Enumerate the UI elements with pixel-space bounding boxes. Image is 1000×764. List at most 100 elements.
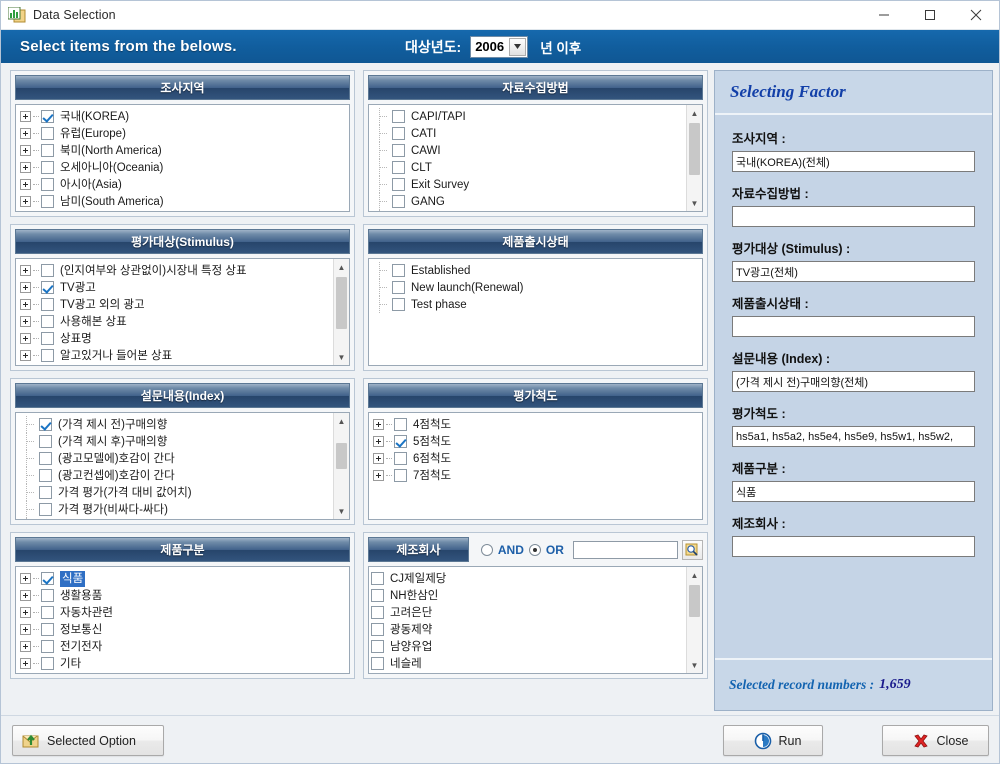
scrollbar-thumb[interactable] [336, 277, 347, 329]
checkbox[interactable] [371, 572, 384, 585]
checkbox[interactable] [39, 469, 52, 482]
expand-icon[interactable] [20, 607, 31, 618]
tree-item[interactable]: 4점척도 [373, 416, 702, 433]
tree-item[interactable]: 정보통신 [20, 621, 349, 638]
expand-icon[interactable] [373, 453, 384, 464]
maximize-icon[interactable] [907, 1, 953, 30]
expand-icon[interactable] [20, 641, 31, 652]
tree-item[interactable]: 유럽(Europe) [20, 125, 349, 142]
checkbox[interactable] [41, 298, 54, 311]
tree-item[interactable]: 전기전자 [20, 638, 349, 655]
expand-icon[interactable] [20, 265, 31, 276]
checkbox[interactable] [371, 589, 384, 602]
checkbox[interactable] [371, 623, 384, 636]
expand-icon[interactable] [20, 590, 31, 601]
tree-item[interactable]: Established [373, 262, 702, 279]
checkbox[interactable] [371, 657, 384, 670]
checkbox[interactable] [39, 452, 52, 465]
field-value-scale[interactable]: hs5a1, hs5a2, hs5e4, hs5e9, hs5w1, hs5w2… [732, 426, 975, 447]
checkbox[interactable] [392, 178, 405, 191]
tree-item[interactable]: CAWI [373, 142, 686, 159]
tree-item[interactable]: 가격 평가(가격 대비 값어치) [20, 484, 333, 501]
tree-item[interactable]: Exit Survey [373, 176, 686, 193]
expand-icon[interactable] [20, 282, 31, 293]
list-scale[interactable]: 4점척도 5점척도 6점척도 7점척도 [368, 412, 703, 520]
list-collection-method[interactable]: CAPI/TAPI CATI CAWI CLT Exit Survey GANG… [368, 104, 703, 212]
field-value-launch[interactable] [732, 316, 975, 337]
tree-item[interactable]: TV광고 외의 광고 [20, 296, 333, 313]
checkbox[interactable] [392, 195, 405, 208]
tree-item[interactable]: CATI [373, 125, 686, 142]
tree-item[interactable]: 식품 [20, 570, 349, 587]
tree-item[interactable]: 네슬레 [371, 655, 686, 672]
checkbox[interactable] [394, 469, 407, 482]
expand-icon[interactable] [20, 162, 31, 173]
close-button[interactable]: Close [882, 725, 989, 756]
checkbox[interactable] [41, 178, 54, 191]
expand-icon[interactable] [20, 179, 31, 190]
tree-item[interactable]: HUT [373, 210, 686, 211]
field-value-index[interactable]: (가격 제시 전)구매의향(전체) [732, 371, 975, 392]
tree-item[interactable]: 기타 [20, 655, 349, 672]
year-select[interactable]: 2006 [470, 35, 529, 58]
tree-item[interactable]: 고려은단 [371, 604, 686, 621]
checkbox[interactable] [392, 281, 405, 294]
tree-item[interactable]: 오세아니아(Oceania) [20, 159, 349, 176]
chevron-down-icon[interactable] [509, 37, 527, 56]
field-value-method[interactable] [732, 206, 975, 227]
list-manufacturer[interactable]: CJ제일제당 NH한삼인 고려은단 광동제약 남양유업 네슬레 농심 동서식품 … [368, 566, 703, 674]
tree-item[interactable]: 경쟁제품 대비 평가 [20, 518, 333, 519]
checkbox[interactable] [41, 349, 54, 362]
tree-item[interactable]: CAPI/TAPI [373, 108, 686, 125]
checkbox[interactable] [371, 640, 384, 653]
list-stimulus[interactable]: (인지여부와 상관없이)시장내 특정 상표 TV광고 TV광고 외의 광고 사용… [15, 258, 350, 366]
checkbox[interactable] [394, 435, 407, 448]
scroll-down-icon[interactable]: ▼ [687, 657, 702, 673]
scrollbar-thumb[interactable] [336, 443, 347, 469]
tree-item[interactable]: (가격 제시 후)구매의향 [20, 433, 333, 450]
checkbox[interactable] [41, 281, 54, 294]
checkbox[interactable] [392, 298, 405, 311]
vertical-scrollbar[interactable]: ▲ ▼ [333, 413, 349, 519]
expand-icon[interactable] [20, 299, 31, 310]
checkbox[interactable] [392, 144, 405, 157]
checkbox[interactable] [41, 572, 54, 585]
expand-icon[interactable] [373, 436, 384, 447]
tree-item[interactable]: (인지여부와 상관없이)시장내 특정 상표 [20, 262, 333, 279]
manufacturer-search-input[interactable] [572, 540, 678, 559]
checkbox[interactable] [41, 623, 54, 636]
list-index[interactable]: (가격 제시 전)구매의향 (가격 제시 후)구매의향 (광고모델에)호감이 간… [15, 412, 350, 520]
tree-item[interactable]: 아시아(Asia) [20, 176, 349, 193]
checkbox[interactable] [41, 110, 54, 123]
checkbox[interactable] [39, 503, 52, 516]
checkbox[interactable] [41, 332, 54, 345]
checkbox[interactable] [41, 589, 54, 602]
scroll-down-icon[interactable]: ▼ [687, 195, 702, 211]
tree-item[interactable]: 자동차관련 [20, 604, 349, 621]
checkbox[interactable] [371, 606, 384, 619]
list-launch-status[interactable]: Established New launch(Renewal) Test pha… [368, 258, 703, 366]
field-value-manufacturer[interactable] [732, 536, 975, 557]
magnifier-icon[interactable] [681, 539, 704, 560]
checkbox[interactable] [394, 418, 407, 431]
run-button[interactable]: Run [723, 725, 823, 756]
vertical-scrollbar[interactable]: ▲ ▼ [333, 259, 349, 365]
checkbox[interactable] [394, 452, 407, 465]
scroll-up-icon[interactable]: ▲ [334, 259, 349, 275]
expand-icon[interactable] [20, 128, 31, 139]
field-value-stimulus[interactable]: TV광고(전체) [732, 261, 975, 282]
checkbox[interactable] [39, 486, 52, 499]
expand-icon[interactable] [20, 196, 31, 207]
tree-item[interactable]: 제품개념(각 단계별) [20, 364, 333, 365]
expand-icon[interactable] [20, 316, 31, 327]
tree-item[interactable]: 7점척도 [373, 467, 702, 484]
checkbox[interactable] [41, 127, 54, 140]
checkbox[interactable] [39, 435, 52, 448]
list-survey-region[interactable]: 국내(KOREA) 유럽(Europe) 북미(North America) 오… [15, 104, 350, 212]
tree-item[interactable]: CLT [373, 159, 686, 176]
tree-item[interactable]: 중동(Middle East) [20, 210, 349, 211]
scroll-down-icon[interactable]: ▼ [334, 503, 349, 519]
tree-item[interactable]: GANG [373, 193, 686, 210]
radio-or[interactable] [528, 543, 541, 556]
vertical-scrollbar[interactable]: ▲ ▼ [686, 105, 702, 211]
